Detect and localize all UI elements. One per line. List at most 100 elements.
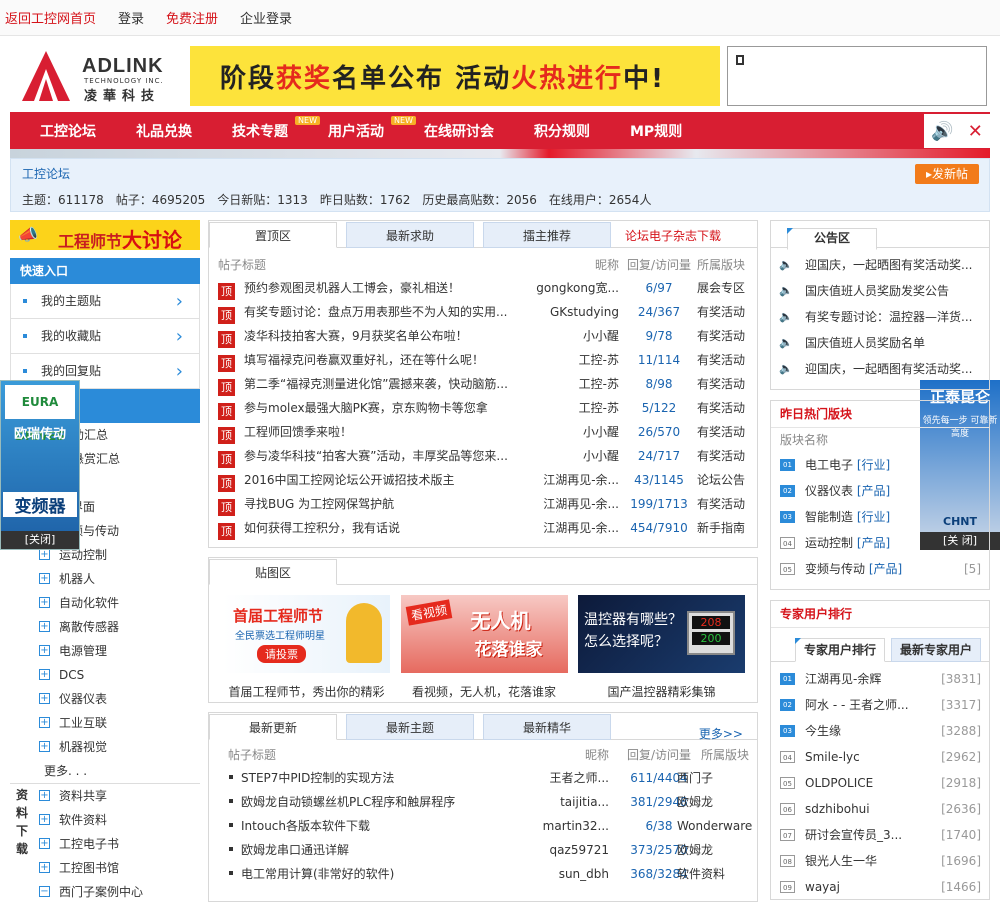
post-author[interactable]: 江湖再见-余...	[519, 516, 619, 540]
board-name-text[interactable]: 变频与传动	[805, 562, 865, 576]
expert-row[interactable]: 08 银光人生一华 [1696]	[771, 848, 989, 874]
board-type[interactable]: [行业]	[857, 510, 890, 524]
tab-recommend[interactable]: 擂主推荐	[483, 222, 611, 248]
expert-row[interactable]: 06 sdzhibohui [2636]	[771, 796, 989, 822]
post-title-text[interactable]: 有奖专题讨论：盘点万用表那些不为人知的实用...	[244, 305, 507, 319]
home-link[interactable]: 返回工控网首页	[5, 8, 96, 27]
post-title-text[interactable]: 第二季“福禄克测量进化馆”震撼来袭，快动脑筋...	[244, 377, 508, 391]
board-name-text[interactable]: 仪器仪表	[805, 484, 853, 498]
quick-item-favorites[interactable]: 我的收藏贴	[10, 319, 200, 354]
post-author[interactable]: 小小醒	[519, 420, 619, 444]
hot-board-row[interactable]: 02 仪器仪表 [产品]	[771, 478, 989, 504]
board-name[interactable]: 电工电子 [行业]	[805, 452, 890, 478]
post-board[interactable]: 有奖活动	[697, 348, 745, 372]
expert-row[interactable]: 07 研讨会宣传员_3... [1740]	[771, 822, 989, 848]
nav-item-webinar[interactable]: 在线研讨会	[424, 121, 494, 141]
new-post-button[interactable]: ▸发新帖	[915, 164, 979, 184]
post-author[interactable]: 工控-苏	[519, 372, 619, 396]
notice-item[interactable]: 迎国庆，一起晒图有奖活动奖...	[771, 252, 989, 278]
more-categories-link[interactable]: 更多. . .	[10, 759, 200, 783]
hot-board-row[interactable]: 05 变频与传动 [产品] [5]	[771, 556, 989, 582]
post-title-text[interactable]: Intouch各版本软件下载	[241, 819, 370, 833]
magazine-download-link[interactable]: 论坛电子杂志下载	[625, 227, 721, 244]
hot-board-row[interactable]: 03 智能制造 [行业]	[771, 504, 989, 530]
hot-board-row[interactable]: 01 电工电子 [行业]	[771, 452, 989, 478]
expert-row[interactable]: 03 今生缘 [3288]	[771, 718, 989, 744]
adlink-logo[interactable]: ADLINK TECHNOLOGY INC. 凌華科技	[22, 47, 182, 107]
corp-login-link[interactable]: 企业登录	[240, 8, 292, 27]
notice-title[interactable]: 公告区	[787, 228, 877, 250]
post-board[interactable]: 有奖活动	[697, 300, 745, 324]
post-author[interactable]: 小小醒	[519, 444, 619, 468]
post-author[interactable]: sun_dbh	[509, 862, 609, 886]
download-item[interactable]: + 软件资料	[10, 808, 200, 832]
board-name-text[interactable]: 智能制造	[805, 510, 853, 524]
post-author[interactable]: 江湖再见-余...	[519, 468, 619, 492]
pic-item[interactable]: 首届工程师节 全民票选工程师明星 请投票 首届工程师节，秀出你的精彩	[223, 595, 390, 700]
post-title[interactable]: 电工常用计算(非常好的软件)	[223, 862, 523, 886]
expert-name[interactable]: sdzhibohui	[805, 796, 870, 822]
expert-name[interactable]: 江湖再见-余辉	[805, 666, 881, 692]
post-title[interactable]: 顶凌华科技拍客大赛，9月获奖名单公布啦！	[218, 324, 518, 348]
category-item[interactable]: + DCS	[10, 663, 200, 687]
header-ad-box[interactable]	[727, 46, 987, 106]
post-title-text[interactable]: 凌华科技拍客大赛，9月获奖名单公布啦！	[244, 329, 468, 343]
speaker-icon[interactable]: 🔊	[931, 121, 953, 142]
post-title[interactable]: 顶如何获得工控积分，我有话说	[218, 516, 518, 540]
board-type[interactable]: [行业]	[857, 458, 890, 472]
left-ad-close-button[interactable]: [关闭]	[1, 531, 79, 549]
login-link[interactable]: 登录	[118, 8, 144, 27]
category-item[interactable]: + 工业互联	[10, 711, 200, 735]
post-author[interactable]: taijitia...	[509, 790, 609, 814]
post-title-text[interactable]: 参与molex最强大脑PK赛，京东购物卡等您拿	[244, 401, 488, 415]
expert-row[interactable]: 01 江湖再见-余辉 [3831]	[771, 666, 989, 692]
post-author[interactable]: qaz59721	[509, 838, 609, 862]
expert-row[interactable]: 02 阿水 - - 王者之师... [3317]	[771, 692, 989, 718]
post-board[interactable]: 欧姆龙	[677, 838, 713, 862]
download-item[interactable]: − 西门子案例中心	[10, 880, 200, 904]
tab-latest-update[interactable]: 最新更新	[209, 714, 337, 740]
post-title-text[interactable]: 寻找BUG 为工控网保驾护航	[244, 497, 394, 511]
post-board[interactable]: 有奖活动	[697, 396, 745, 420]
nav-item-mp[interactable]: MP规则	[630, 121, 682, 141]
board-name[interactable]: 运动控制 [产品]	[805, 530, 890, 556]
download-item[interactable]: + 工控电子书	[10, 832, 200, 856]
tab-help[interactable]: 最新求助	[346, 222, 474, 248]
board-type[interactable]: [产品]	[857, 484, 890, 498]
expert-row[interactable]: 05 OLDPOLICE [2918]	[771, 770, 989, 796]
post-author[interactable]: 工控-苏	[519, 348, 619, 372]
post-board[interactable]: 有奖活动	[697, 372, 745, 396]
post-author[interactable]: martin32...	[509, 814, 609, 838]
post-title-text[interactable]: 2016中国工控网论坛公开诚招技术版主	[244, 473, 455, 487]
post-board[interactable]: 欧姆龙	[677, 790, 713, 814]
expert-name[interactable]: 阿水 - - 王者之师...	[805, 692, 909, 718]
nav-item-activities[interactable]: 用户活动 NEW	[328, 115, 416, 141]
post-board[interactable]: 有奖活动	[697, 420, 745, 444]
post-board[interactable]: 有奖活动	[697, 324, 745, 348]
board-name-text[interactable]: 运动控制	[805, 536, 853, 550]
promo-banner[interactable]: 阶段获奖名单公布 活动火热进行中!	[190, 46, 720, 106]
post-title-text[interactable]: 预约参观图灵机器人工博会，豪礼相送！	[244, 281, 460, 295]
tab-expert-rank[interactable]: 专家用户排行	[795, 638, 885, 662]
expert-name[interactable]: wayaj	[805, 874, 840, 900]
post-board[interactable]: 展会专区	[697, 276, 745, 300]
post-title[interactable]: 顶工程师回馈季来啦！	[218, 420, 518, 444]
category-item[interactable]: + 机器人	[10, 567, 200, 591]
nav-item-topics[interactable]: 技术专题 NEW	[232, 115, 320, 141]
post-author[interactable]: GKstudying	[519, 300, 619, 324]
expert-name[interactable]: 今生缘	[805, 718, 841, 744]
category-item[interactable]: + 仪器仪表	[10, 687, 200, 711]
left-floating-ad[interactable]: EURA DRIVES 欧瑞传动 变频器 [关闭]	[0, 380, 80, 550]
post-author[interactable]: 江湖再见-余...	[519, 492, 619, 516]
category-item[interactable]: + 机器视觉	[10, 735, 200, 759]
board-name[interactable]: 变频与传动 [产品]	[805, 556, 902, 582]
post-board[interactable]: 新手指南	[697, 516, 745, 540]
breadcrumb[interactable]: 工控论坛	[22, 165, 70, 182]
expert-name[interactable]: 银光人生一华	[805, 848, 877, 874]
notice-item[interactable]: 有奖专题讨论：温控器—洋货...	[771, 304, 989, 330]
tab-new-experts[interactable]: 最新专家用户	[891, 638, 981, 662]
notice-item[interactable]: 迎国庆，一起晒图有奖活动奖...	[771, 356, 989, 382]
close-icon[interactable]: ✕	[968, 121, 983, 142]
category-item[interactable]: + 自动化软件	[10, 591, 200, 615]
post-title[interactable]: STEP7中PID控制的实现方法	[223, 766, 523, 790]
